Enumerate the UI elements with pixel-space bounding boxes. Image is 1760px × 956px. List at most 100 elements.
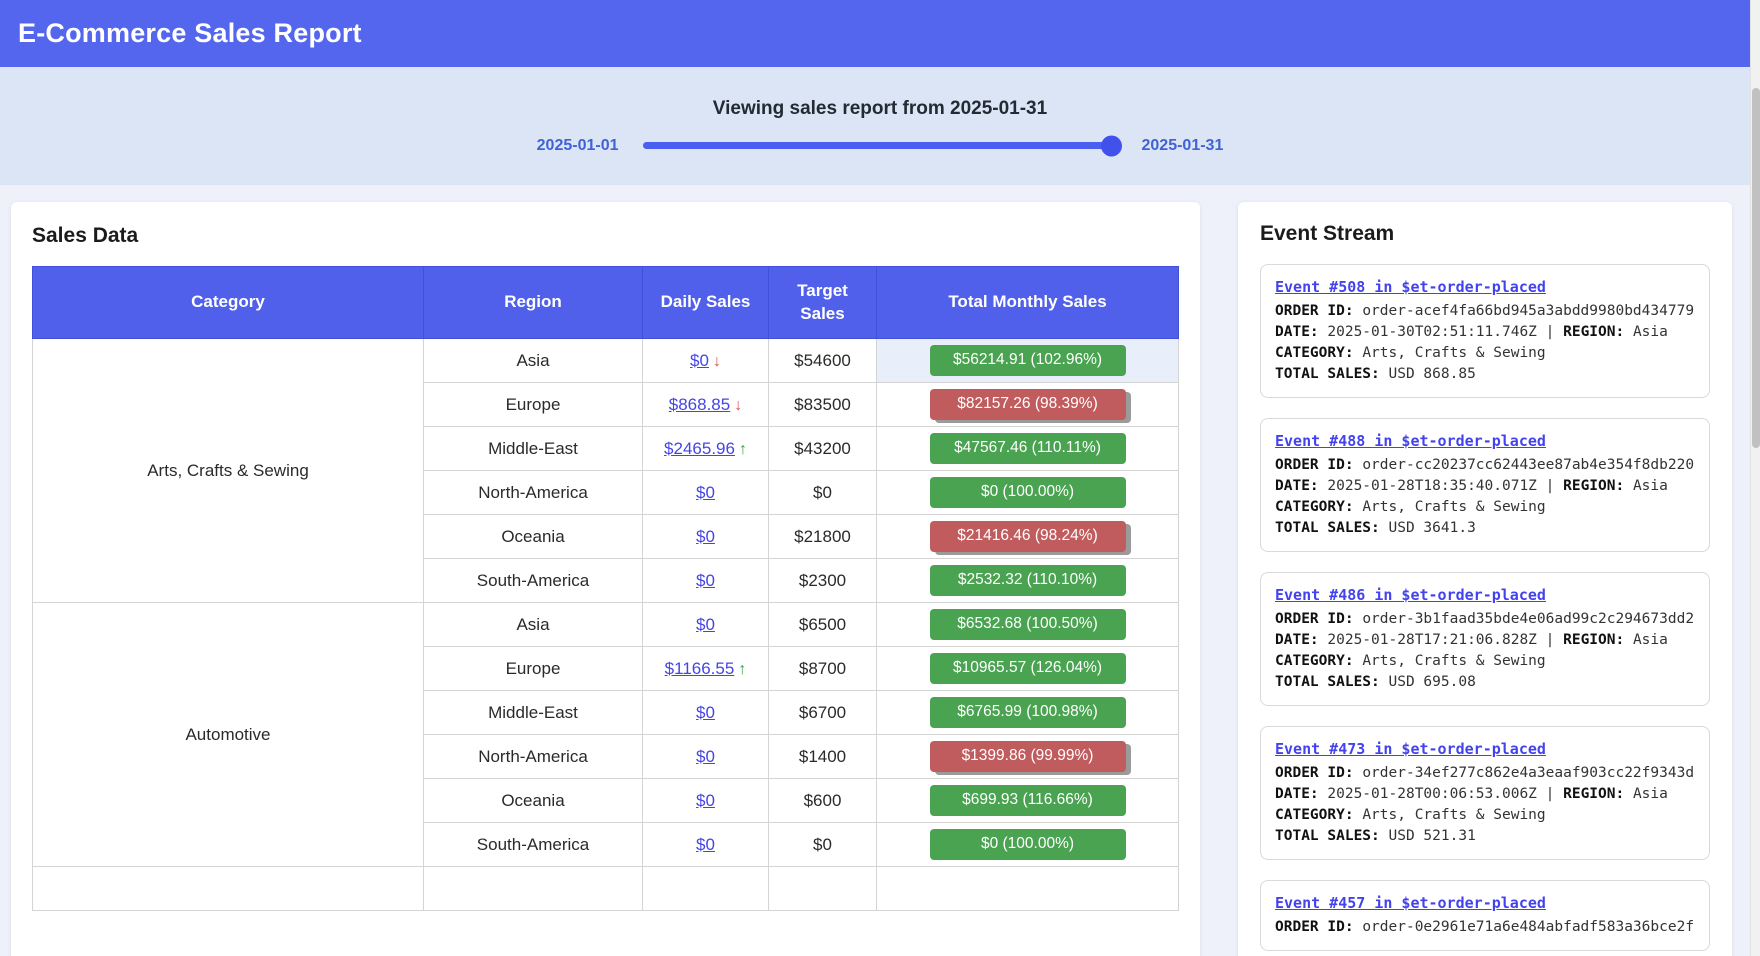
region-value: Asia	[1633, 478, 1668, 494]
table-row: Automotive Asia $0 $6500 $6532.68 (100.5…	[33, 603, 1179, 647]
event-date-region-line: DATE: 2025-01-30T02:51:11.746Z | REGION:…	[1275, 322, 1695, 343]
sales-table: Category Region Daily Sales Target Sales…	[32, 266, 1179, 911]
event-category-line: CATEGORY: Arts, Crafts & Sewing	[1275, 343, 1695, 364]
region-cell: Oceania	[424, 779, 643, 823]
column-header-region: Region	[424, 267, 643, 339]
region-label: REGION:	[1563, 632, 1624, 648]
category-label: CATEGORY:	[1275, 499, 1354, 515]
category-label: CATEGORY:	[1275, 345, 1354, 361]
empty-cell	[769, 867, 877, 911]
total-monthly-sales-cell: $82157.26 (98.39%)	[877, 383, 1179, 427]
trend-arrow: ↑	[739, 441, 747, 459]
sales-data-panel: Sales Data Category Region Daily Sales T…	[11, 202, 1200, 956]
target-sales-cell: $6700	[769, 691, 877, 735]
daily-sales-cell: $0	[643, 691, 769, 735]
event-category-line: CATEGORY: Arts, Crafts & Sewing	[1275, 497, 1695, 518]
target-sales-cell: $43200	[769, 427, 877, 471]
total-sales-label: TOTAL SALES:	[1275, 366, 1380, 382]
event-link[interactable]: Event #457 in $et-order-placed	[1275, 893, 1546, 913]
daily-sales-link[interactable]: $0	[696, 483, 715, 502]
target-sales-cell: $21800	[769, 515, 877, 559]
category-label: CATEGORY:	[1275, 807, 1354, 823]
event-link[interactable]: Event #473 in $et-order-placed	[1275, 739, 1546, 759]
daily-sales-link[interactable]: $0	[696, 571, 715, 590]
pipe-separator: |	[1546, 786, 1555, 802]
event-order-id-line: ORDER ID: order-3b1faad35bde4e06ad99c2c2…	[1275, 609, 1695, 630]
total-sales-badge: $47567.46 (110.11%)	[930, 433, 1126, 464]
total-sales-value: USD 3641.3	[1389, 520, 1476, 536]
daily-sales-link[interactable]: $0	[696, 615, 715, 634]
table-row	[33, 867, 1179, 911]
total-monthly-sales-cell: $2532.32 (110.10%)	[877, 559, 1179, 603]
daily-sales-cell: $0	[643, 603, 769, 647]
column-header-category: Category	[33, 267, 424, 339]
total-monthly-sales-cell: $47567.46 (110.11%)	[877, 427, 1179, 471]
empty-cell	[643, 867, 769, 911]
total-monthly-sales-cell: $0 (100.00%)	[877, 471, 1179, 515]
target-sales-cell: $0	[769, 471, 877, 515]
daily-sales-link[interactable]: $0	[690, 351, 709, 370]
daily-sales-link[interactable]: $0	[696, 791, 715, 810]
region-cell: Asia	[424, 339, 643, 383]
total-sales-value: USD 868.85	[1389, 366, 1476, 382]
total-monthly-sales-cell: $699.93 (116.66%)	[877, 779, 1179, 823]
event-category-line: CATEGORY: Arts, Crafts & Sewing	[1275, 805, 1695, 826]
report-controls: Viewing sales report from 2025-01-31 202…	[0, 67, 1760, 185]
total-sales-badge: $0 (100.00%)	[930, 829, 1126, 860]
region-value: Asia	[1633, 786, 1668, 802]
event-card: Event #486 in $et-order-placed ORDER ID:…	[1260, 572, 1710, 706]
event-link[interactable]: Event #488 in $et-order-placed	[1275, 431, 1546, 451]
event-date-region-line: DATE: 2025-01-28T00:06:53.006Z | REGION:…	[1275, 784, 1695, 805]
target-sales-cell: $1400	[769, 735, 877, 779]
event-order-id-line: ORDER ID: order-0e2961e71a6e484abfadf583…	[1275, 917, 1695, 938]
total-sales-badge: $0 (100.00%)	[930, 477, 1126, 508]
daily-sales-link[interactable]: $1166.55	[665, 659, 735, 678]
daily-sales-link[interactable]: $2465.96	[664, 439, 735, 458]
daily-sales-link[interactable]: $868.85	[669, 395, 730, 414]
total-sales-badge: $2532.32 (110.10%)	[930, 565, 1126, 596]
page-scrollbar-thumb[interactable]	[1752, 88, 1760, 448]
sales-table-header-row: Category Region Daily Sales Target Sales…	[33, 267, 1179, 339]
report-date-title: Viewing sales report from 2025-01-31	[713, 98, 1047, 120]
target-sales-cell: $2300	[769, 559, 877, 603]
event-total-sales-line: TOTAL SALES: USD 521.31	[1275, 826, 1695, 847]
target-sales-cell: $8700	[769, 647, 877, 691]
daily-sales-link[interactable]: $0	[696, 703, 715, 722]
order-id-value: order-acef4fa66bd945a3abdd9980bd434779	[1362, 303, 1694, 319]
event-date-region-line: DATE: 2025-01-28T17:21:06.828Z | REGION:…	[1275, 630, 1695, 651]
total-sales-value: USD 695.08	[1389, 674, 1476, 690]
event-link[interactable]: Event #508 in $et-order-placed	[1275, 277, 1546, 297]
daily-sales-cell: $0	[643, 471, 769, 515]
order-id-label: ORDER ID:	[1275, 457, 1354, 473]
event-card: Event #473 in $et-order-placed ORDER ID:…	[1260, 726, 1710, 860]
total-sales-badge: $6532.68 (100.50%)	[930, 609, 1126, 640]
slider-max-label: 2025-01-31	[1142, 137, 1224, 155]
category-value: Arts, Crafts & Sewing	[1362, 345, 1545, 361]
order-id-label: ORDER ID:	[1275, 611, 1354, 627]
page-scrollbar[interactable]	[1750, 0, 1760, 956]
slider-handle[interactable]	[1101, 135, 1122, 156]
total-sales-label: TOTAL SALES:	[1275, 520, 1380, 536]
region-label: REGION:	[1563, 324, 1624, 340]
total-sales-label: TOTAL SALES:	[1275, 674, 1380, 690]
daily-sales-link[interactable]: $0	[696, 527, 715, 546]
event-category-line: CATEGORY: Arts, Crafts & Sewing	[1275, 651, 1695, 672]
daily-sales-cell: $2465.96↑	[643, 427, 769, 471]
date-range-slider[interactable]	[643, 142, 1118, 149]
date-slider-row: 2025-01-01 2025-01-31	[537, 137, 1224, 155]
event-card: Event #488 in $et-order-placed ORDER ID:…	[1260, 418, 1710, 552]
event-stream-list: Event #508 in $et-order-placed ORDER ID:…	[1260, 264, 1710, 951]
daily-sales-link[interactable]: $0	[696, 747, 715, 766]
event-link[interactable]: Event #486 in $et-order-placed	[1275, 585, 1546, 605]
main-content: Sales Data Category Region Daily Sales T…	[0, 185, 1760, 956]
event-total-sales-line: TOTAL SALES: USD 695.08	[1275, 672, 1695, 693]
column-header-total-monthly-sales: Total Monthly Sales	[877, 267, 1179, 339]
column-header-daily-sales: Daily Sales	[643, 267, 769, 339]
category-value: Arts, Crafts & Sewing	[1362, 807, 1545, 823]
category-cell: Automotive	[33, 603, 424, 867]
target-sales-cell: $83500	[769, 383, 877, 427]
daily-sales-link[interactable]: $0	[696, 835, 715, 854]
table-row: Arts, Crafts & Sewing Asia $0↓ $54600 $5…	[33, 339, 1179, 383]
total-sales-badge: $21416.46 (98.24%)	[930, 521, 1126, 552]
region-cell: Asia	[424, 603, 643, 647]
